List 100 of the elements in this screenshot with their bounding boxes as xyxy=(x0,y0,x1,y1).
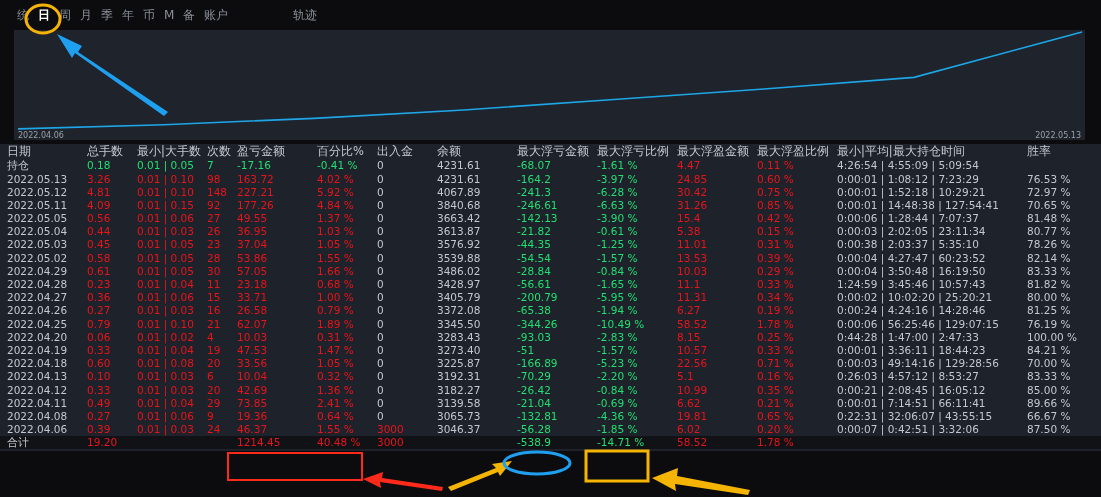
period-tab[interactable]: 季 xyxy=(101,6,113,24)
table-cell-text: 0.01 | 0.08 xyxy=(137,358,195,369)
period-tab[interactable]: 年 xyxy=(122,6,134,24)
table-cell-text: 0:00:02 | 10:02:20 | 25:20:21 xyxy=(837,292,994,303)
table-cell-text: -538.9 xyxy=(517,437,552,448)
table-cell-text: 4231.61 xyxy=(437,173,482,185)
period-tab[interactable]: 账户 xyxy=(204,6,229,24)
table-cell-text: 0 xyxy=(377,279,385,290)
period-tab[interactable]: 日 xyxy=(38,6,50,24)
table-cell-text: -56.28 xyxy=(517,424,552,435)
table-cell-text: 0:00:04 | 3:50:48 | 16:19:50 xyxy=(837,265,987,277)
table-cell-text: 20 xyxy=(207,358,222,369)
table-cell-text: 11.1 xyxy=(677,279,702,290)
period-tab[interactable]: 月 xyxy=(80,6,92,24)
table-cell-text: 0.31 % xyxy=(757,239,795,250)
column-header: 日期 xyxy=(7,145,32,158)
table-cell-text: 10.03 xyxy=(237,331,269,343)
table-cell-text: 0.36 xyxy=(87,292,112,303)
table-cell-text: 0 xyxy=(377,331,385,343)
table-cell-text: -68.07 xyxy=(517,160,552,171)
table-cell-text: 0:00:04 | 4:27:47 | 60:23:52 xyxy=(837,252,987,264)
table-cell-text: 0:00:01 | 3:36:11 | 18:44:23 xyxy=(837,344,987,356)
table-cell-text: -0.84 % xyxy=(597,265,639,277)
table-cell-text: 0.21 % xyxy=(757,397,795,409)
period-tab[interactable]: 备 xyxy=(183,6,196,24)
table-cell-text: 30.42 xyxy=(677,186,709,198)
table-cell-text: 0 xyxy=(377,226,385,237)
table-cell-text: -1.25 % xyxy=(597,239,639,250)
row-label: 2022.04.18 xyxy=(7,358,69,369)
table-cell-text: 29 xyxy=(207,397,222,409)
table-cell-text: 0.01 | 0.03 xyxy=(137,226,195,237)
column-header: 最小|大手数 xyxy=(137,145,202,158)
table-cell-text: 19.20 xyxy=(87,437,119,448)
table-cell-text: 0:00:24 | 4:24:16 | 14:28:46 xyxy=(837,305,987,316)
table-cell-text: 4:26:54 | 4:55:09 | 5:09:54 xyxy=(837,160,980,171)
table-cell-text: 20 xyxy=(207,384,222,396)
table-cell-text: 0:00:06 | 1:28:44 | 7:07:37 xyxy=(837,213,980,224)
table-cell-text: 0:00:21 | 2:08:45 | 16:05:12 xyxy=(837,384,987,396)
table-cell-text: 0:00:01 | 1:08:12 | 7:23:29 xyxy=(837,173,980,185)
table-cell-text: -1.85 % xyxy=(597,424,639,435)
table-cell-text: 8.15 xyxy=(677,331,702,343)
table-cell-text: 3046.37 xyxy=(437,424,482,435)
table-cell-text: -1.57 % xyxy=(597,344,639,356)
table-cell-text: 0.11 % xyxy=(757,160,795,171)
table-cell-text: 49.55 xyxy=(237,213,269,224)
table-cell-text: 0.27 xyxy=(87,305,112,316)
table-cell-text: 30 xyxy=(207,265,222,277)
table-cell-text: -132.81 xyxy=(517,410,559,422)
table-cell-text: 10.57 xyxy=(677,344,709,356)
table-cell-text: 81.48 % xyxy=(1027,213,1072,224)
table-cell-text: 46.37 xyxy=(237,424,269,435)
table-cell-text: -3.90 % xyxy=(597,213,639,224)
table-cell-text: 85.00 % xyxy=(1027,384,1072,396)
table-cell-text: 3065.73 xyxy=(437,410,482,422)
table-cell-text: 3182.27 xyxy=(437,384,482,396)
table-cell-text: 0.01 | 0.10 xyxy=(137,186,195,198)
table-cell-text: 57.05 xyxy=(237,265,269,277)
table-cell-text: 0.01 | 0.04 xyxy=(137,397,195,409)
period-tab[interactable]: M xyxy=(164,8,175,22)
table-cell-text: 15 xyxy=(207,292,222,303)
table-cell-text: 0 xyxy=(377,318,385,330)
table-cell-text: 0.85 % xyxy=(757,199,795,211)
table-cell-text: 0.20 % xyxy=(757,424,795,435)
table-cell-text: 11.31 xyxy=(677,292,709,303)
row-label: 2022.04.13 xyxy=(7,371,69,382)
table-cell-text: -26.42 xyxy=(517,384,552,396)
table-cell-text: 4 xyxy=(207,331,215,343)
table-cell-text: 0 xyxy=(377,371,385,382)
table-cell-text: 33.56 xyxy=(237,358,269,369)
table-cell-text: 24.85 xyxy=(677,173,709,185)
period-tab[interactable]: 币 xyxy=(143,6,155,24)
table-cell-text: -5.95 % xyxy=(597,292,639,303)
table-cell-text: 3486.02 xyxy=(437,265,482,277)
table-cell-text: 3576.92 xyxy=(437,239,482,250)
table-cell-text: 0.60 % xyxy=(757,173,795,185)
table-cell-text: 0.45 xyxy=(87,239,112,250)
table-cell-text: -93.03 xyxy=(517,331,552,343)
table-cell-text: 87.50 % xyxy=(1027,424,1072,435)
table-cell-text: 0.65 % xyxy=(757,410,795,422)
table-cell-text: 70.65 % xyxy=(1027,199,1072,211)
table-cell-text: -2.83 % xyxy=(597,331,639,343)
period-tab[interactable]: 轨迹 xyxy=(293,6,318,24)
table-cell-text: 1.37 % xyxy=(317,213,355,224)
table-cell-text: 0.27 xyxy=(87,410,112,422)
table-cell-text: 1.78 % xyxy=(757,437,795,448)
table-cell-text: 3345.50 xyxy=(437,318,482,330)
table-cell-text: 23 xyxy=(207,239,222,250)
table-cell-text: 0:00:07 | 0:42:51 | 3:32:06 xyxy=(837,424,980,435)
table-cell-text: -6.28 % xyxy=(597,186,639,198)
table-cell-text: 28 xyxy=(207,252,222,264)
table-cell-text: -4.36 % xyxy=(597,410,639,422)
table-cell-text: -1.61 % xyxy=(597,160,639,171)
table-cell-text: -0.41 % xyxy=(317,160,359,171)
table-cell-text: 0.64 % xyxy=(317,410,355,422)
table-cell-text: 0 xyxy=(377,384,385,396)
table-cell-text: 0.33 xyxy=(87,344,112,356)
table-cell-text: 0:00:03 | 49:14:16 | 129:28:56 xyxy=(837,358,1000,369)
table-cell-text: -0.84 % xyxy=(597,384,639,396)
column-header: 最大浮亏金额 xyxy=(517,145,590,158)
table-cell-text: 6 xyxy=(207,371,215,382)
